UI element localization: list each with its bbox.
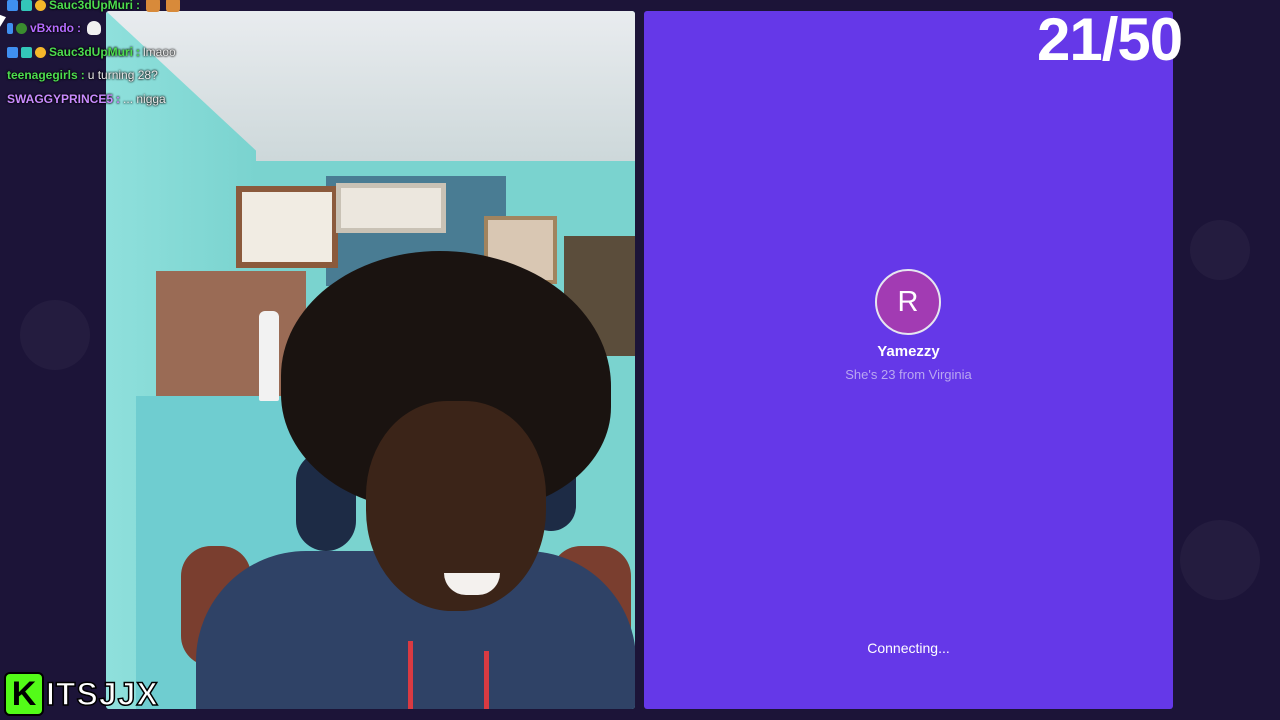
badge-icon [7, 22, 13, 34]
badge-icon [35, 46, 46, 58]
chat-username: Sauc3dUpMuri [49, 45, 134, 59]
chat-username: SWAGGYPRINCE5 [7, 92, 114, 106]
badge-icon [21, 0, 32, 11]
chat-username: teenagegirls [7, 68, 78, 82]
chat-text: ... nigga [123, 92, 166, 106]
kick-logo-icon: K [4, 672, 44, 716]
chat-separator: : [77, 21, 82, 35]
chat-username: vBxndo [30, 21, 75, 35]
chat-text: lmaoo [143, 45, 176, 59]
chat-separator: : [80, 68, 85, 82]
chat-message: teenagegirls: u turning 28? [7, 68, 158, 82]
background-decoration [20, 300, 90, 370]
chat-separator: : [136, 45, 141, 59]
webcam-feed [106, 11, 635, 709]
chat-separator: : [136, 0, 141, 12]
badge-icon [7, 46, 18, 58]
emote-icon [146, 0, 161, 12]
video-chat-panel: R Yamezzy She's 23 from Virginia Connect… [644, 11, 1173, 709]
background-decoration [1180, 520, 1260, 600]
progress-counter: 21/50 [1037, 6, 1183, 73]
peer-description: She's 23 from Virginia [845, 367, 972, 382]
channel-name: ITSJJX [45, 675, 159, 713]
chat-text: u turning 28? [87, 68, 158, 82]
badge-icon [16, 22, 27, 34]
avatar-initial: R [897, 285, 919, 318]
chat-message: Sauc3dUpMuri: [7, 0, 181, 12]
mouse-cursor-icon [0, 14, 6, 30]
chat-username: Sauc3dUpMuri [49, 0, 134, 12]
badge-icon [21, 46, 32, 58]
background-decoration [1190, 220, 1250, 280]
badge-icon [7, 0, 18, 11]
chat-separator: : [116, 92, 121, 106]
avatar: R [875, 269, 941, 335]
emote-icon [166, 0, 181, 12]
badge-icon [35, 0, 46, 11]
chat-message: vBxndo: [7, 21, 102, 35]
peer-name: Yamezzy [877, 343, 940, 360]
connection-status: Connecting... [867, 640, 950, 656]
emote-icon [87, 21, 102, 35]
chat-message: Sauc3dUpMuri: lmaoo [7, 45, 176, 59]
channel-logo: K ITSJJX [4, 671, 159, 717]
chat-message: SWAGGYPRINCE5: ... nigga [7, 92, 166, 106]
